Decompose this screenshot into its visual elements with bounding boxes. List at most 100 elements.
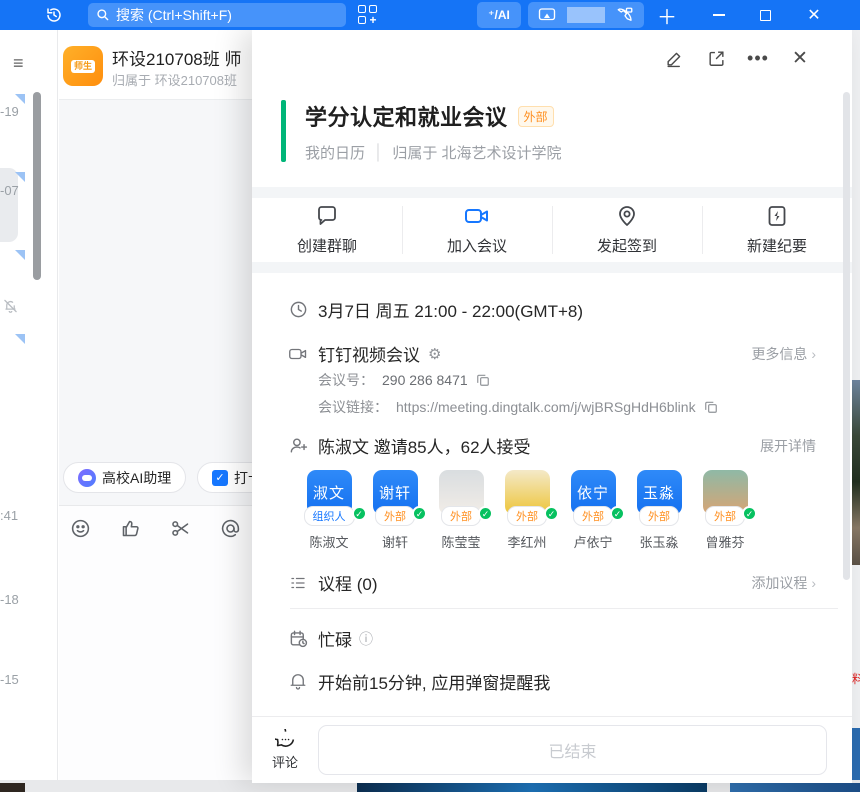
list-time: -15 bbox=[0, 672, 19, 687]
search-icon bbox=[96, 8, 110, 22]
photo-thumbnail-edge bbox=[852, 380, 860, 565]
new-window-icon[interactable]: ＋ bbox=[652, 0, 682, 30]
meeting-link[interactable]: https://meeting.dingtalk.com/j/wjBRSgHdH… bbox=[396, 399, 696, 415]
accepted-check-icon: ✓ bbox=[742, 506, 757, 521]
edit-icon[interactable] bbox=[664, 48, 684, 68]
role-badge: 外部 bbox=[441, 506, 481, 526]
attendee-chip[interactable]: 玉淼 外部 ✓ 张玉淼 bbox=[630, 470, 688, 551]
window-close-button[interactable]: ✕ bbox=[796, 0, 832, 30]
mention-icon[interactable] bbox=[220, 518, 241, 539]
app-window: 搜索 (Ctrl+Shift+F) + ⁺/AI ＋ ✕ ≡ -19 -07 bbox=[0, 0, 860, 792]
attendee-name: 陈淑文 bbox=[309, 532, 348, 551]
chat-title: 环设210708班 师 bbox=[112, 45, 241, 70]
list-time: -19 bbox=[0, 104, 19, 119]
list-time: :41 bbox=[0, 508, 18, 523]
accepted-check-icon: ✓ bbox=[478, 506, 493, 521]
ended-button[interactable]: 已结束 bbox=[318, 725, 827, 775]
chat-subtitle: 归属于 环设210708班 bbox=[112, 70, 237, 89]
apps-grid-icon[interactable]: + bbox=[358, 5, 378, 25]
dark-fragment bbox=[0, 783, 25, 792]
info-icon[interactable]: ⓘ bbox=[359, 629, 373, 649]
accepted-check-icon: ✓ bbox=[610, 506, 625, 521]
history-icon[interactable] bbox=[42, 3, 66, 27]
external-badge: 外部 bbox=[518, 106, 554, 127]
more-options-icon[interactable]: ••• bbox=[748, 48, 768, 68]
scissors-icon[interactable] bbox=[170, 518, 191, 539]
accepted-check-icon: ✓ bbox=[352, 506, 367, 521]
attendee-summary: 陈淑文 邀请85人，62人接受 bbox=[318, 433, 531, 458]
copy-icon[interactable] bbox=[476, 373, 490, 387]
event-title-block: 学分认定和就业会议 外部 我的日历 │ 归属于 北海艺术设计学院 bbox=[281, 100, 562, 163]
role-badge: 组织人 bbox=[304, 506, 355, 526]
comment-button[interactable]: 评论 bbox=[252, 729, 318, 771]
list-scrollbar[interactable] bbox=[33, 92, 41, 280]
attendee-chip[interactable]: 外部 ✓ 陈莹莹 bbox=[432, 470, 490, 551]
panel-bottom-bar: 评论 已结束 bbox=[252, 716, 852, 783]
thumbs-up-icon[interactable] bbox=[120, 518, 141, 539]
screen-cast-icon[interactable] bbox=[528, 7, 567, 23]
attendee-chip[interactable]: 谢轩 外部 ✓ 谢轩 bbox=[366, 470, 424, 551]
attendee-chip[interactable]: 外部 ✓ 曾雅芬 bbox=[696, 470, 754, 551]
attendee-name: 卢依宁 bbox=[573, 532, 612, 551]
video-call-icon[interactable] bbox=[605, 6, 644, 24]
video-camera-icon bbox=[464, 204, 490, 228]
attendees-icon bbox=[288, 436, 308, 455]
role-badge: 外部 bbox=[507, 506, 547, 526]
reminder-text: 开始前15分钟, 应用弹窗提醒我 bbox=[318, 669, 550, 694]
open-external-icon[interactable] bbox=[706, 48, 726, 68]
minimize-button[interactable] bbox=[702, 0, 736, 30]
attendee-name: 谢轩 bbox=[382, 532, 408, 551]
meeting-id: 290 286 8471 bbox=[382, 372, 468, 388]
busy-status-icon bbox=[288, 629, 308, 648]
attendee-name: 曾雅芬 bbox=[705, 532, 744, 551]
attendee-chip[interactable]: 外部 ✓ 李红州 bbox=[498, 470, 556, 551]
meeting-name: 钉钉视频会议 bbox=[318, 341, 420, 366]
meeting-link-label: 会议链接： bbox=[318, 397, 388, 417]
title-bar: 搜索 (Ctrl+Shift+F) + ⁺/AI ＋ ✕ bbox=[0, 0, 860, 30]
role-badge: 外部 bbox=[705, 506, 745, 526]
attendee-name: 张玉淼 bbox=[639, 532, 678, 551]
attendee-chip[interactable]: 依宁 外部 ✓ 卢依宁 bbox=[564, 470, 622, 551]
video-meeting-icon bbox=[288, 345, 308, 363]
role-badge: 外部 bbox=[573, 506, 613, 526]
maximize-button[interactable] bbox=[748, 0, 782, 30]
group-avatar[interactable]: 师生 bbox=[63, 46, 103, 86]
meeting-id-label: 会议号： bbox=[318, 370, 374, 390]
corner-marker bbox=[15, 250, 25, 260]
accepted-check-icon: ✓ bbox=[544, 506, 559, 521]
accepted-check-icon: ✓ bbox=[412, 506, 427, 521]
more-info-link[interactable]: 更多信息 › bbox=[751, 344, 816, 364]
background-content-sliver: 料 bbox=[852, 30, 860, 792]
search-placeholder: 搜索 (Ctrl+Shift+F) bbox=[116, 5, 232, 25]
join-meeting-button[interactable]: 加入会议 bbox=[402, 198, 552, 262]
attendee-list: 淑文 组织人 ✓ 陈淑文 谢轩 外部 ✓ 谢轩 外部 bbox=[300, 470, 754, 551]
add-agenda-link[interactable]: 添加议程 › bbox=[751, 573, 816, 593]
panel-scrollbar[interactable] bbox=[843, 92, 850, 580]
role-badge: 外部 bbox=[375, 506, 415, 526]
blue-image-fragment bbox=[357, 783, 707, 792]
ai-translate-button[interactable]: ⁺/AI bbox=[477, 2, 521, 28]
expand-details-link[interactable]: 展开详情 bbox=[760, 436, 816, 456]
search-input[interactable]: 搜索 (Ctrl+Shift+F) bbox=[88, 3, 346, 27]
location-pin-icon bbox=[615, 204, 639, 228]
menu-icon[interactable]: ≡ bbox=[13, 55, 33, 71]
busy-status: 忙碌 bbox=[318, 626, 352, 651]
clock-icon bbox=[288, 300, 308, 319]
blue-image-fragment bbox=[730, 783, 860, 792]
agenda-icon bbox=[288, 574, 308, 592]
copy-icon[interactable] bbox=[704, 400, 718, 414]
gear-icon[interactable]: ⚙ bbox=[428, 345, 441, 363]
corner-marker bbox=[15, 172, 25, 182]
reminder-bell-icon bbox=[288, 672, 308, 691]
emoji-icon[interactable] bbox=[70, 518, 91, 539]
event-action-row: 创建群聊 加入会议 发起签到 新建纪要 bbox=[252, 198, 852, 262]
conversation-list-strip: ≡ -19 -07 :41 -18 -15 bbox=[0, 30, 58, 780]
new-minutes-button[interactable]: 新建纪要 bbox=[702, 198, 852, 262]
create-group-chat-button[interactable]: 创建群聊 bbox=[252, 198, 402, 262]
quick-action-ai-assistant[interactable]: 高校AI助理 bbox=[63, 462, 186, 493]
attendee-chip[interactable]: 淑文 组织人 ✓ 陈淑文 bbox=[300, 470, 358, 551]
corner-marker bbox=[15, 334, 25, 344]
chat-bubble-icon bbox=[315, 204, 339, 228]
start-checkin-button[interactable]: 发起签到 bbox=[552, 198, 702, 262]
panel-close-icon[interactable]: ✕ bbox=[790, 48, 810, 68]
